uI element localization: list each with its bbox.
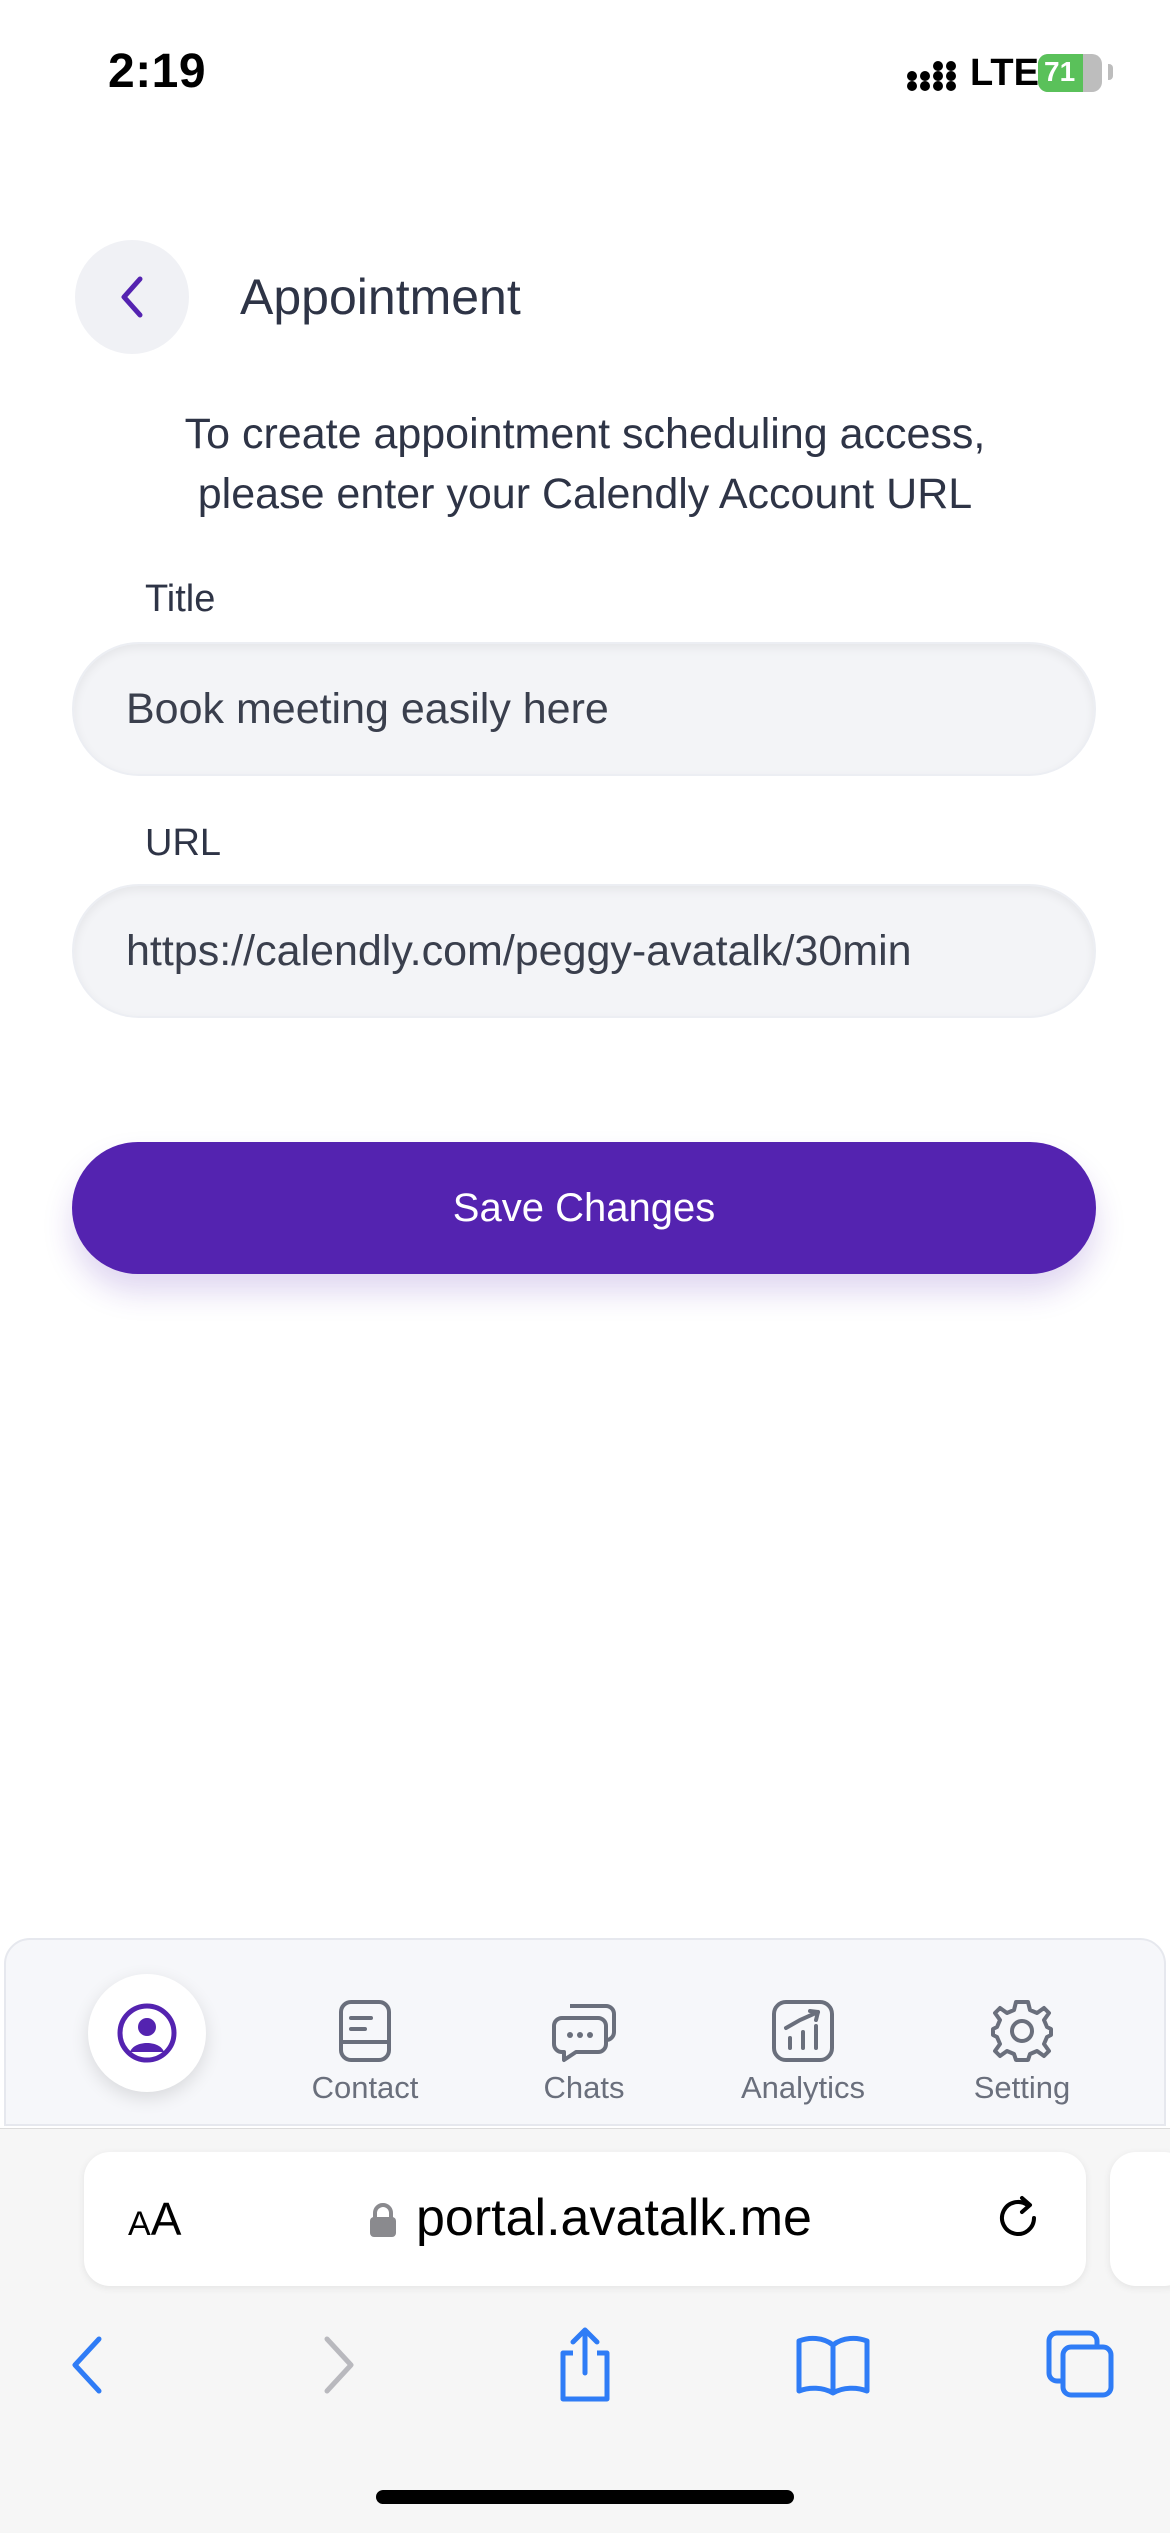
nav-item-chats[interactable]: Chats bbox=[484, 1998, 684, 2106]
intro-text: To create appointment scheduling access,… bbox=[95, 404, 1075, 524]
tabs-button[interactable] bbox=[1036, 2320, 1126, 2410]
title-input[interactable]: Book meeting easily here bbox=[72, 642, 1096, 776]
save-changes-button[interactable]: Save Changes bbox=[72, 1142, 1096, 1274]
nav-profile-button[interactable] bbox=[88, 1974, 206, 2092]
battery-icon: 71 bbox=[1038, 54, 1102, 92]
signal-icon bbox=[907, 61, 956, 91]
nav-item-analytics[interactable]: Analytics bbox=[703, 1998, 903, 2106]
address-url[interactable]: portal.avatalk.me bbox=[416, 2188, 812, 2248]
page-title: Appointment bbox=[240, 269, 521, 325]
url-input[interactable]: https://calendly.com/peggy-avatalk/30min bbox=[72, 884, 1096, 1018]
battery-nub bbox=[1108, 64, 1113, 80]
profile-icon bbox=[117, 2003, 177, 2063]
chat-bubbles-icon bbox=[552, 2004, 616, 2062]
next-tab-preview[interactable] bbox=[1110, 2152, 1170, 2286]
share-icon bbox=[560, 2327, 610, 2402]
gear-icon bbox=[991, 2000, 1053, 2062]
nav-label-contact: Contact bbox=[311, 2070, 419, 2105]
nav-label-chats: Chats bbox=[543, 2070, 625, 2105]
nav-item-contact[interactable]: Contact bbox=[265, 1998, 465, 2106]
title-label: Title bbox=[145, 578, 216, 620]
bookmarks-button[interactable] bbox=[788, 2320, 878, 2410]
browser-back-button[interactable] bbox=[42, 2320, 132, 2410]
status-time: 2:19 bbox=[108, 45, 207, 98]
intro-line-2: please enter your Calendly Account URL bbox=[197, 470, 973, 518]
chevron-right-icon bbox=[324, 2336, 354, 2394]
url-input-value: https://calendly.com/peggy-avatalk/30min bbox=[126, 926, 912, 975]
home-indicator bbox=[376, 2490, 794, 2504]
title-input-value: Book meeting easily here bbox=[126, 684, 609, 733]
lock-icon bbox=[370, 2203, 396, 2237]
analytics-chart-icon bbox=[772, 2000, 834, 2062]
back-button[interactable] bbox=[75, 240, 189, 354]
reload-icon[interactable] bbox=[990, 2190, 1046, 2246]
share-button[interactable] bbox=[540, 2320, 630, 2410]
book-icon bbox=[796, 2335, 870, 2396]
nav-label-analytics: Analytics bbox=[740, 2070, 866, 2105]
url-label: URL bbox=[145, 822, 222, 864]
network-type: LTE bbox=[970, 52, 1039, 94]
browser-forward-button[interactable] bbox=[294, 2320, 384, 2410]
tabs-icon bbox=[1046, 2330, 1114, 2398]
text-size-button[interactable]: AA bbox=[128, 2192, 181, 2246]
nav-item-setting[interactable]: Setting bbox=[922, 1998, 1122, 2106]
chevron-left-icon bbox=[72, 2336, 102, 2394]
intro-line-1: To create appointment scheduling access, bbox=[184, 410, 986, 458]
contact-book-icon bbox=[339, 2000, 391, 2062]
nav-label-setting: Setting bbox=[973, 2070, 1071, 2105]
battery-level: 71 bbox=[1044, 56, 1076, 87]
chevron-left-icon bbox=[121, 276, 143, 318]
